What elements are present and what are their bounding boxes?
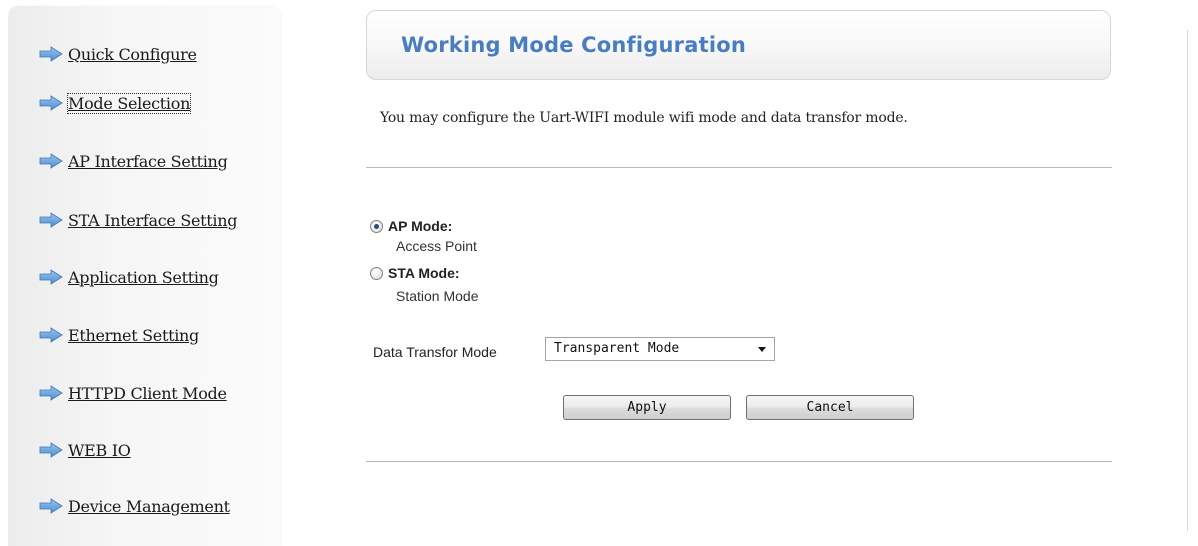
intro-text: You may configure the Uart-WIFI module w… <box>380 110 908 126</box>
sidebar-item-label: Ethernet Setting <box>68 325 199 345</box>
arrow-right-icon <box>39 212 63 228</box>
sidebar-item-label: Application Setting <box>68 267 219 287</box>
arrow-right-icon <box>39 498 63 514</box>
sidebar-item-label: Mode Selection <box>66 92 192 114</box>
sidebar-item-web-io[interactable]: WEB IO <box>38 437 131 463</box>
page-title: Working Mode Configuration <box>401 33 747 57</box>
sidebar-item-ap-interface-setting[interactable]: AP Interface Setting <box>38 148 228 174</box>
ap-mode-label: AP Mode: <box>388 218 453 234</box>
arrow-right-icon <box>39 327 63 343</box>
chevron-down-icon <box>758 347 766 352</box>
sidebar-item-label: AP Interface Setting <box>68 151 228 171</box>
sidebar-item-mode-selection[interactable]: Mode Selection <box>38 90 192 116</box>
sidebar-item-label: Device Management <box>68 496 230 516</box>
apply-button[interactable]: Apply <box>563 395 731 420</box>
ap-mode-radio[interactable]: AP Mode: <box>370 218 452 234</box>
sidebar-nav: Quick Configure Mode Selection AP Interf… <box>8 6 280 546</box>
data-transfor-mode-label: Data Transfor Mode <box>373 344 497 360</box>
arrow-right-icon <box>39 269 63 285</box>
radio-unchecked-icon[interactable] <box>370 266 383 280</box>
sta-mode-label: STA Mode: <box>388 265 460 281</box>
sidebar-item-label: Quick Configure <box>68 44 197 64</box>
divider <box>366 461 1112 462</box>
ap-mode-description: Access Point <box>396 238 477 254</box>
arrow-right-icon <box>39 46 63 62</box>
arrow-right-icon <box>39 442 63 458</box>
sidebar-item-quick-configure[interactable]: Quick Configure <box>38 41 197 67</box>
sidebar-item-sta-interface-setting[interactable]: STA Interface Setting <box>38 207 238 233</box>
sidebar-item-device-management[interactable]: Device Management <box>38 493 230 519</box>
sidebar-item-ethernet-setting[interactable]: Ethernet Setting <box>38 322 199 348</box>
arrow-right-icon <box>39 153 63 169</box>
sidebar-item-label: STA Interface Setting <box>68 210 238 230</box>
sidebar-item-label: WEB IO <box>68 440 131 460</box>
select-value: Transparent Mode <box>554 341 680 356</box>
window-edge <box>1187 30 1188 531</box>
sta-mode-description: Station Mode <box>396 288 479 304</box>
radio-checked-icon[interactable] <box>370 219 383 233</box>
arrow-right-icon <box>39 95 63 111</box>
sidebar-item-application-setting[interactable]: Application Setting <box>38 264 219 290</box>
sidebar-item-label: HTTPD Client Mode <box>68 383 227 403</box>
sta-mode-radio[interactable]: STA Mode: <box>370 265 460 281</box>
divider <box>366 167 1112 168</box>
sidebar-item-httpd-client-mode[interactable]: HTTPD Client Mode <box>38 380 227 406</box>
arrow-right-icon <box>39 385 63 401</box>
cancel-button[interactable]: Cancel <box>746 395 914 420</box>
page-header: Working Mode Configuration <box>366 10 1111 80</box>
data-transfor-mode-select[interactable]: Transparent Mode <box>545 337 775 361</box>
